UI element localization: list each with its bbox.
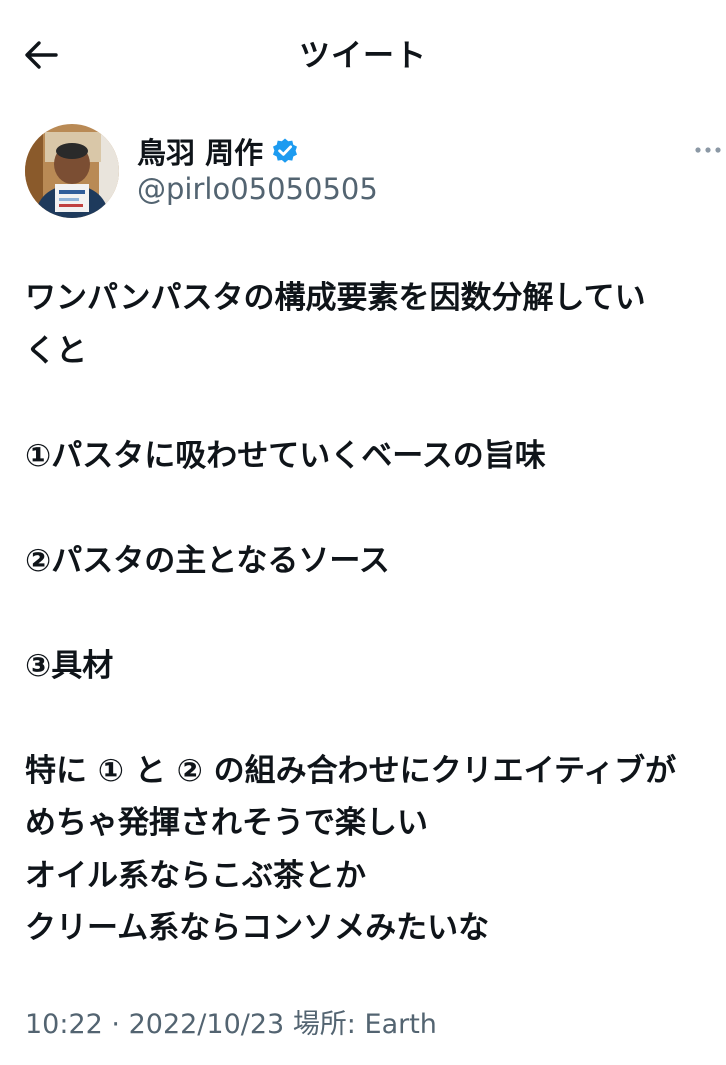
tweet-line: ワンパンパスタの構成要素を因数分解してい	[25, 280, 646, 316]
tweet-line	[25, 587, 715, 640]
tweet-line: めちゃ発揮されそうで楽しい	[25, 805, 428, 841]
top-bar: ツイート	[0, 0, 726, 106]
tweet-time[interactable]: 10:22	[25, 1009, 103, 1040]
meta-separator: ·	[111, 1009, 120, 1040]
tweet-line	[25, 692, 715, 745]
display-name-row[interactable]: 鳥羽 周作	[137, 130, 299, 172]
avatar[interactable]	[25, 124, 119, 218]
tweet-line: オイル系ならこぶ茶とか	[25, 857, 366, 894]
tweet-line: ①パスタに吸わせていくベースの旨味	[25, 437, 546, 474]
tweet-metadata: 10:22 · 2022/10/23 場所: Earth	[25, 1002, 437, 1041]
tweet-line: ③具材	[25, 647, 114, 684]
location-label: 場所:	[292, 1009, 356, 1040]
tweet-date[interactable]: 2022/10/23	[129, 1009, 285, 1040]
page-title: ツイート	[299, 38, 427, 74]
tweet-line: クリーム系ならコンソメみたいな	[25, 910, 490, 946]
user-handle[interactable]: @pirlo05050505	[137, 172, 378, 206]
tweet-location: Earth	[364, 1009, 437, 1040]
tweet-line: くと	[25, 332, 87, 369]
tweet-text: ワンパンパスタの構成要素を因数分解してい くと ①パスタに吸わせていくベースの旨…	[25, 272, 715, 955]
more-options-button[interactable]	[690, 136, 726, 164]
tweet-line	[25, 482, 715, 535]
tweet-line: ②パスタの主となるソース	[25, 542, 390, 579]
more-dots-icon	[695, 147, 721, 153]
tweet-line	[25, 377, 715, 430]
tweet-line: 特に ① と ② の組み合わせにクリエイティブが	[25, 752, 677, 789]
display-name: 鳥羽 周作	[137, 136, 264, 170]
verified-badge-icon	[271, 137, 299, 165]
avatar-photo	[25, 124, 119, 218]
tweet-author: 鳥羽 周作 @pirlo05050505	[0, 118, 726, 228]
